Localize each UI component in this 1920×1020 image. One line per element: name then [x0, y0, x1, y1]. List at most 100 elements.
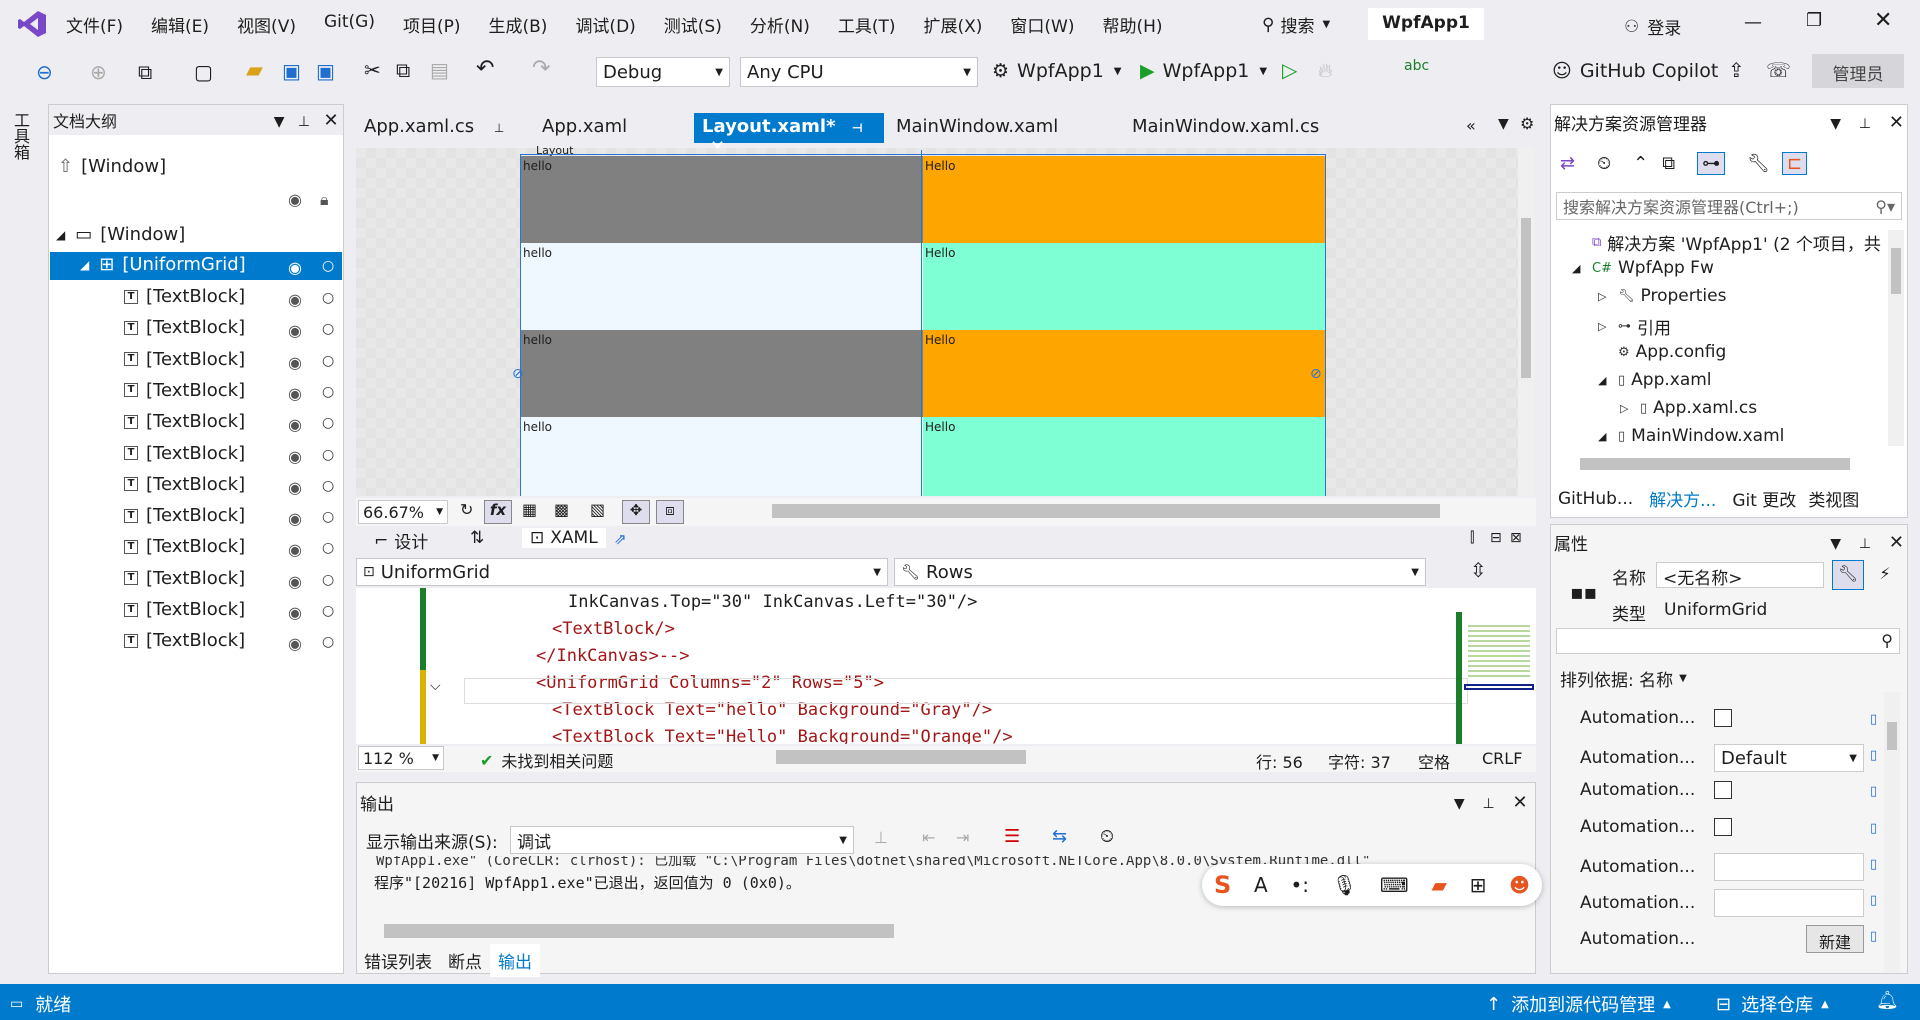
property-marker-icon[interactable]: ▯ [1870, 929, 1877, 944]
element-select[interactable]: ⊡ UniformGrid ▼ [356, 558, 888, 586]
property-marker-icon[interactable]: ▯ [1870, 748, 1877, 763]
property-marker-icon[interactable]: ▯ [1870, 821, 1877, 836]
prev-message-icon[interactable]: ⇤ [922, 828, 935, 847]
outline-window-node[interactable]: ◢ ▭ [Window] [56, 224, 185, 245]
outline-uniformgrid-node[interactable]: ◢ ⊞ [UniformGrid] [80, 254, 246, 275]
eye-icon[interactable]: ◉ [288, 290, 302, 309]
menu-window[interactable]: 窗口(W) [1010, 12, 1074, 37]
properties-vscroll[interactable] [1884, 692, 1900, 972]
split-horizontal-icon[interactable]: ⊟ [1490, 530, 1502, 546]
toolbox-strip[interactable]: 工具箱 [0, 104, 34, 984]
goto-source-icon[interactable]: ⊥ [874, 828, 888, 847]
next-message-icon[interactable]: ⇥ [956, 828, 969, 847]
lock-toggle-icon[interactable]: ○ [322, 572, 334, 588]
outline-textblock-node[interactable]: T [TextBlock] [124, 599, 245, 620]
tab-app-xaml-cs[interactable]: App.xaml.cs ⊥ [356, 113, 524, 143]
tab-output[interactable]: 输出 [490, 944, 540, 977]
properties-search-box[interactable]: ⚲ [1556, 628, 1900, 654]
lock-toggle-icon[interactable]: ○ [322, 540, 334, 556]
menu-file[interactable]: 文件(F) [66, 12, 123, 37]
solution-tree-item[interactable]: ◢ ▯ App.xaml [1598, 370, 1712, 390]
eye-icon[interactable]: ◉ [288, 447, 302, 466]
apps-grid-icon[interactable]: ⊞ [1470, 873, 1487, 897]
lock-icon[interactable]: 🔒︎ [320, 190, 329, 210]
tab-xaml[interactable]: ⊡ XAML [522, 528, 606, 548]
pin-icon[interactable]: ⊥ [1859, 116, 1871, 132]
sort-by-select[interactable]: 排列依据: 名称 ▼ [1560, 666, 1687, 691]
solution-vscroll[interactable] [1888, 230, 1904, 446]
menu-debug[interactable]: 调试(D) [575, 12, 635, 37]
vertical-scrollbar[interactable] [1518, 148, 1534, 496]
eye-icon[interactable]: ◉ [288, 190, 302, 209]
solution-tree-item[interactable]: ▷ 🔧︎ Properties [1598, 286, 1726, 306]
tab-class-view[interactable]: 类视图 [1804, 484, 1863, 513]
expander-icon[interactable]: ◢ [1598, 430, 1618, 443]
microphone-icon[interactable]: 🎙︎ [1332, 873, 1357, 897]
property-checkbox[interactable] [1714, 817, 1732, 836]
split-editor-icon[interactable]: ⇳ [1470, 558, 1487, 582]
expander-icon[interactable]: ◢ [1598, 374, 1618, 387]
lock-toggle-icon[interactable]: ○ [322, 509, 334, 525]
eol-indicator[interactable]: CRLF [1482, 749, 1522, 768]
collapse-all-icon[interactable]: ⌃ [1633, 153, 1648, 174]
config-select[interactable]: Debug ▼ [596, 57, 730, 87]
lock-toggle-icon[interactable]: ○ [322, 478, 334, 494]
close-icon[interactable]: ✕ [323, 110, 338, 131]
grid-cell-textblock[interactable]: hello [521, 417, 923, 496]
tab-overflow-icon[interactable]: ▼ [1498, 116, 1509, 132]
grid-cell-textblock[interactable]: Hello [923, 243, 1325, 330]
punctuation-icon[interactable]: •: [1290, 873, 1309, 897]
tab-breakpoints[interactable]: 断点 [440, 944, 490, 977]
add-source-control-button[interactable]: ↑ 添加到源代码管理 ▲ [1486, 991, 1671, 1017]
menu-build[interactable]: 生成(B) [489, 12, 548, 37]
lock-toggle-icon[interactable]: ○ [322, 634, 334, 650]
scroll-thumb[interactable] [1891, 248, 1901, 294]
device-icon[interactable]: ⧈ [656, 500, 684, 524]
property-text-input[interactable] [1714, 889, 1864, 917]
close-icon[interactable]: ✕ [1889, 532, 1904, 553]
ime-toolbar[interactable]: S A •: 🎙︎ ⌨ ▰ ⊞ ☻ [1202, 864, 1542, 906]
collapse-pane-icon[interactable]: ⊠ [1510, 530, 1522, 546]
eye-icon[interactable]: ◉ [288, 603, 302, 622]
close-icon[interactable]: ✕ [1512, 792, 1527, 813]
chevron-down-icon[interactable]: ▼ [274, 114, 285, 130]
eye-icon[interactable]: ◉ [288, 384, 302, 403]
scroll-thumb[interactable] [1580, 458, 1850, 470]
eye-icon[interactable]: ◉ [288, 321, 302, 340]
tab-github[interactable]: GitHub... [1550, 487, 1641, 511]
outline-textblock-node[interactable]: T [TextBlock] [124, 505, 245, 526]
fold-icon[interactable]: ⌵ [430, 678, 441, 694]
minimap[interactable] [1454, 612, 1536, 744]
outline-textblock-node[interactable]: T [TextBlock] [124, 568, 245, 589]
startup-project-select[interactable]: ⚙ WpfApp1 ▼ [992, 60, 1122, 82]
outline-textblock-node[interactable]: T [TextBlock] [124, 411, 245, 432]
collapse-tabs-icon[interactable]: « [1466, 116, 1476, 135]
swap-panes-button[interactable]: ⇅ [470, 528, 484, 548]
add-item-icon[interactable]: ▢ [194, 60, 213, 84]
toolbox-tab[interactable]: 工具箱 [8, 112, 32, 160]
code-editor[interactable]: ⌵ InkCanvas.Top="30" InkCanvas.Left="30"… [356, 588, 1536, 744]
outline-textblock-node[interactable]: T [TextBlock] [124, 474, 245, 495]
keyboard-icon[interactable]: ⌨ [1380, 873, 1409, 897]
property-marker-icon[interactable]: ▯ [1870, 893, 1877, 908]
property-checkbox[interactable] [1714, 781, 1732, 800]
lock-toggle-icon[interactable]: ○ [322, 384, 334, 400]
search-button[interactable]: ⚲ 搜索 ▼ [1262, 12, 1330, 38]
spellcheck-icon[interactable]: abc [1404, 58, 1429, 74]
char-indicator[interactable]: 字符: 37 [1328, 749, 1391, 773]
name-input[interactable]: <无名称> [1656, 562, 1824, 589]
scroll-thumb[interactable] [1887, 722, 1897, 750]
resize-handle-icon[interactable]: ⊘ [1310, 366, 1322, 382]
lock-toggle-icon[interactable]: ○ [322, 603, 334, 619]
property-combo[interactable]: Default ▼ [1714, 744, 1864, 773]
menu-tools[interactable]: 工具(T) [838, 12, 896, 37]
refresh-icon[interactable]: ↻ [460, 500, 473, 519]
popout-icon[interactable]: ⇗ [614, 530, 627, 548]
new-project-icon[interactable]: ⧉ [138, 60, 152, 84]
cut-icon[interactable]: ✂ [364, 58, 381, 82]
pin-icon[interactable]: ⊥ [494, 121, 504, 135]
pin-icon[interactable]: ⊥ [1859, 536, 1871, 552]
restore-button[interactable]: ❐ [1806, 10, 1822, 31]
lock-toggle-icon[interactable]: ○ [322, 321, 334, 337]
menu-edit[interactable]: 编辑(E) [151, 12, 209, 37]
